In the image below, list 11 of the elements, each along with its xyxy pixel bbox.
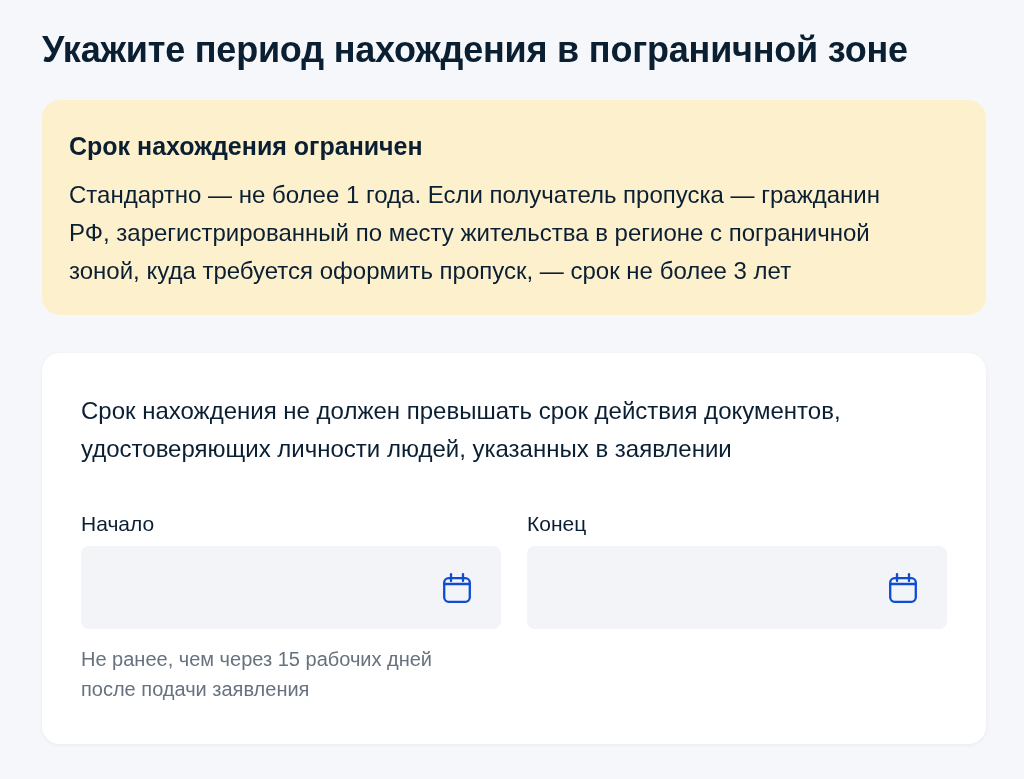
page-title: Укажите период нахождения в пограничной зоне [42,28,909,72]
field-hint: Не ранее, чем через 15 рабочих дней после подачи заявления [81,647,434,702]
calendar-icon[interactable] [443,572,471,603]
notice-text: Стандартно — не более 1 года. Если получатель пропуска — гражданин РФ, зарегистрированный по месту жительства в регионе с пограничной зоной, куда требуется оформить пропуск, — срок не более 3 лет [69,180,882,286]
form-description: Срок нахождения не должен превышать срок действия документов, удостоверяющих личности людей, указанных в заявлении [81,396,842,464]
calendar-icon[interactable] [889,572,917,603]
notice-title: Срок нахождения ограничен [69,131,424,162]
date-field[interactable] [81,546,501,629]
field-label: Начало [81,511,156,537]
date-field[interactable] [527,546,947,629]
field-label: Конец [527,511,588,537]
